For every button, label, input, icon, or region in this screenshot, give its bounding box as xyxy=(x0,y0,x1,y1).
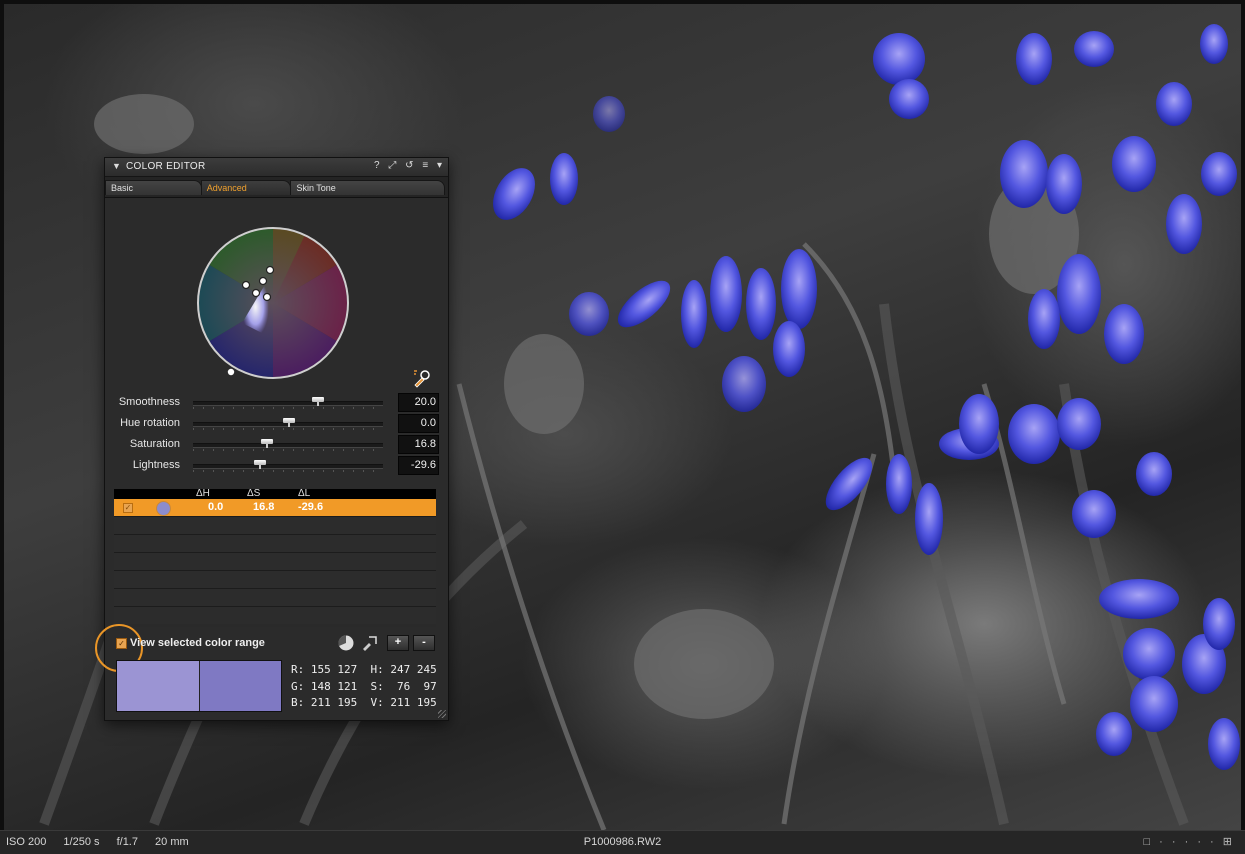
header-delta-h: ΔH xyxy=(196,488,210,499)
color-swatches xyxy=(116,660,282,712)
status-bar: ISO 200 1/250 s f/1.7 20 mm P1000986.RW2… xyxy=(0,830,1245,854)
menu-icon[interactable]: ≡ xyxy=(422,160,428,171)
readout-g: G: 148 121 xyxy=(291,679,358,693)
saturation-track[interactable] xyxy=(193,443,383,448)
help-icon[interactable]: ? xyxy=(374,160,380,171)
color-wheel-mode-icon[interactable] xyxy=(337,634,355,652)
pop-out-icon[interactable]: ⤢ xyxy=(388,160,396,171)
row-delta-l: -29.6 xyxy=(298,501,324,513)
panel-title: COLOR EDITOR xyxy=(126,161,206,172)
list-item[interactable] xyxy=(114,516,436,534)
list-item[interactable] xyxy=(114,570,436,588)
file-name: P1000986.RW2 xyxy=(583,836,662,848)
view-range-row: ✓ View selected color range + - xyxy=(95,624,448,672)
list-item[interactable] xyxy=(114,588,436,606)
hue-rotation-knob[interactable] xyxy=(283,418,295,427)
lightness-track[interactable] xyxy=(193,464,383,469)
smoothness-label: Smoothness xyxy=(118,396,180,408)
tab-basic[interactable]: Basic xyxy=(105,180,202,195)
readout-h: H: 247 245 xyxy=(370,663,437,676)
add-color-picker-icon[interactable] xyxy=(360,634,378,652)
color-wheel-area xyxy=(105,196,448,386)
collapse-icon[interactable]: ▾ xyxy=(437,160,442,171)
reset-icon[interactable]: ↺ xyxy=(405,160,413,171)
adjusted-color-swatch xyxy=(199,661,281,711)
color-wheel[interactable] xyxy=(105,196,448,386)
header-delta-s: ΔS xyxy=(247,488,261,499)
color-readout: R: 155 127 H: 247 245 G: 148 121 S: 76 9… xyxy=(291,662,437,712)
smoothness-track[interactable] xyxy=(193,401,383,406)
readout-s: S: 76 97 xyxy=(370,679,437,693)
list-item[interactable] xyxy=(114,534,436,552)
color-picker-icon[interactable] xyxy=(411,368,431,388)
lightness-value[interactable]: -29.6 xyxy=(398,456,439,475)
smoothness-value[interactable]: 20.0 xyxy=(398,393,439,412)
tab-skin-tone[interactable]: Skin Tone xyxy=(290,180,445,195)
row-delta-h: 0.0 xyxy=(208,501,224,513)
tab-bar: Basic Advanced Skin Tone xyxy=(105,177,448,198)
lightness-label: Lightness xyxy=(132,459,180,471)
list-item[interactable] xyxy=(114,606,436,624)
hue-rotation-value[interactable]: 0.0 xyxy=(398,414,439,433)
color-editor-panel: ▼ COLOR EDITOR ? ⤢ ↺ ≡ ▾ Basic Advanced … xyxy=(95,157,449,721)
saturation-label: Saturation xyxy=(129,438,180,450)
add-range-button[interactable]: + xyxy=(387,635,409,651)
slider-saturation[interactable]: Saturation 16.8 xyxy=(105,435,448,455)
view-selected-range-checkbox[interactable]: ✓ xyxy=(116,638,127,649)
slider-hue-rotation[interactable]: Hue rotation 0.0 xyxy=(105,414,448,434)
saturation-value[interactable]: 16.8 xyxy=(398,435,439,454)
readout-v: V: 211 195 xyxy=(370,696,437,709)
list-header: ΔH ΔS ΔL xyxy=(114,488,436,499)
slider-lightness[interactable]: Lightness -29.6 xyxy=(105,456,448,476)
readout-b: B: 211 195 xyxy=(291,696,358,709)
list-item[interactable] xyxy=(114,552,436,570)
list-item-selected[interactable]: ✓ 0.0 16.8 -29.6 xyxy=(114,499,436,516)
header-delta-l: ΔL xyxy=(298,488,311,499)
resize-grip-icon[interactable] xyxy=(438,710,446,718)
color-range-list: ΔH ΔS ΔL ✓ 0.0 16.8 -29.6 xyxy=(114,488,436,627)
row-enable-checkbox[interactable]: ✓ xyxy=(123,503,133,513)
saturation-knob[interactable] xyxy=(261,439,273,448)
slider-smoothness[interactable]: Smoothness 20.0 xyxy=(105,393,448,413)
view-mode-icons[interactable]: □ · · · · · ⊞ xyxy=(1143,835,1235,848)
readout-r: R: 155 127 xyxy=(291,663,358,676)
collapse-triangle-icon[interactable]: ▼ xyxy=(112,161,121,171)
smoothness-knob[interactable] xyxy=(312,397,324,406)
hue-rotation-label: Hue rotation xyxy=(120,417,180,429)
lightness-knob[interactable] xyxy=(254,460,266,469)
row-delta-s: 16.8 xyxy=(253,501,275,513)
panel-titlebar[interactable]: ▼ COLOR EDITOR ? ⤢ ↺ ≡ ▾ xyxy=(105,158,448,177)
tab-advanced[interactable]: Advanced xyxy=(200,180,292,195)
row-color-swatch xyxy=(156,501,171,516)
remove-range-button[interactable]: - xyxy=(413,635,435,651)
original-color-swatch xyxy=(117,661,200,711)
view-selected-range-label[interactable]: View selected color range xyxy=(130,637,265,649)
